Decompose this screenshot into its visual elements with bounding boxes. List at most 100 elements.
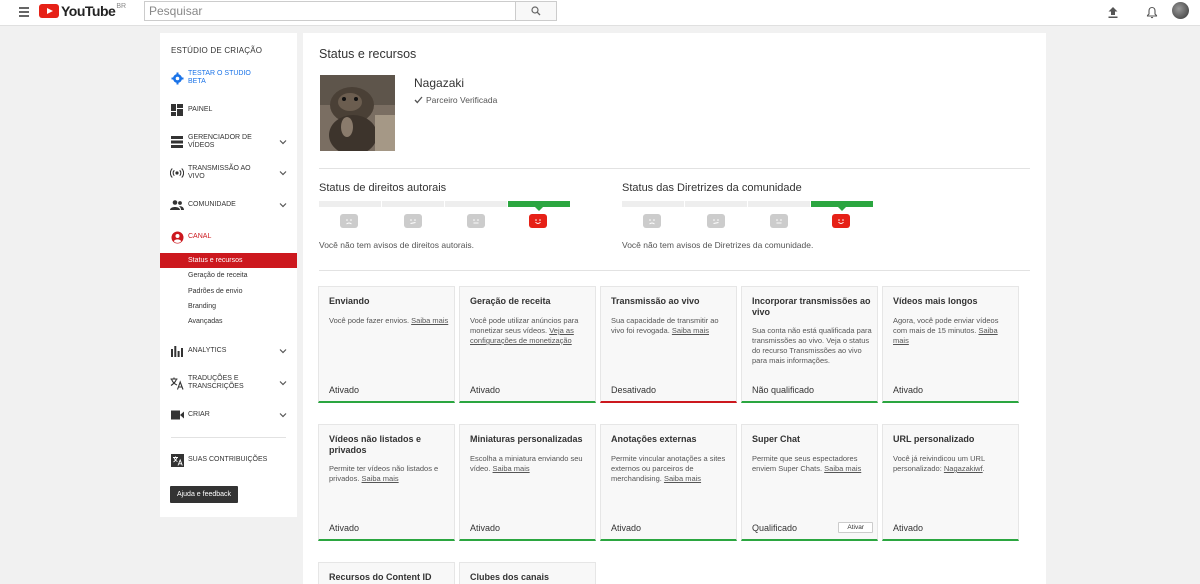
sidebar-subitem-branding[interactable]: Branding bbox=[160, 299, 297, 314]
card-title: Miniaturas personalizadas bbox=[470, 434, 583, 444]
sidebar-item-community[interactable]: COMUNIDADE bbox=[160, 195, 297, 215]
neutral-face-icon bbox=[467, 214, 485, 228]
activate-button[interactable]: Ativar bbox=[838, 522, 873, 533]
feature-card-content-id: Recursos do Content ID bbox=[318, 562, 455, 584]
feature-card-unlisted-private: Vídeos não listados e privados Permite t… bbox=[318, 424, 455, 541]
happy-face-icon bbox=[832, 214, 850, 228]
copyright-strike-bar bbox=[319, 201, 572, 211]
sidebar-item-label: SUAS CONTRIBUIÇÕES bbox=[188, 456, 268, 463]
sidebar-item-contributions[interactable]: SUAS CONTRIBUIÇÕES bbox=[160, 450, 297, 470]
card-status: Ativado bbox=[329, 523, 360, 533]
community-status-title: Status das Diretrizes da comunidade bbox=[622, 182, 802, 194]
feature-card-live-streaming: Transmissão ao vivo Sua capacidade de tr… bbox=[600, 286, 737, 403]
feature-card-external-annotations: Anotações externas Permite vincular anot… bbox=[600, 424, 737, 541]
sidebar-item-channel[interactable]: CANAL bbox=[160, 227, 297, 247]
neutral-face-icon bbox=[707, 214, 725, 228]
custom-url-link[interactable]: Nagazakiwf bbox=[944, 464, 983, 473]
feature-card-uploading: Enviando Você pode fazer envios. Saiba m… bbox=[318, 286, 455, 403]
sidebar-subitem-advanced[interactable]: Avançadas bbox=[160, 314, 297, 329]
card-description: Sua conta não está qualificada para tran… bbox=[752, 326, 872, 365]
upload-icon[interactable] bbox=[1105, 4, 1121, 20]
card-title: Vídeos não listados e privados bbox=[329, 434, 422, 455]
sidebar-item-label: PAINEL bbox=[188, 106, 213, 113]
sidebar-item-label: CANAL bbox=[188, 233, 212, 240]
search-bar: Pesquisar bbox=[144, 1, 557, 21]
card-title: Super Chat bbox=[752, 434, 801, 444]
sidebar-subitem-status[interactable]: Status e recursos bbox=[160, 253, 297, 268]
learn-more-link[interactable]: Saiba mais bbox=[664, 474, 701, 483]
card-description: Sua capacidade de transmitir ao vivo foi… bbox=[611, 316, 719, 335]
card-status: Ativado bbox=[893, 385, 924, 395]
sidebar-subitem-monetization[interactable]: Geração de receita bbox=[160, 268, 297, 283]
learn-more-link[interactable]: Saiba mais bbox=[411, 316, 448, 325]
card-title: Clubes dos canais bbox=[470, 572, 550, 582]
chevron-down-icon[interactable] bbox=[279, 201, 287, 209]
sidebar-item-label: TRADUÇÕES E TRANSCRIÇÕES bbox=[188, 375, 244, 390]
card-status: Qualificado bbox=[752, 523, 798, 533]
sidebar-divider bbox=[171, 437, 286, 438]
card-title: Recursos do Content ID bbox=[329, 572, 432, 582]
chevron-down-icon[interactable] bbox=[279, 411, 287, 419]
sidebar-item-beta[interactable]: TESTAR O STUDIO BETA bbox=[160, 68, 297, 88]
strike-segment bbox=[685, 201, 747, 207]
card-title: Vídeos mais longos bbox=[893, 296, 978, 306]
channel-thumbnail[interactable] bbox=[320, 75, 395, 151]
sidebar-item-analytics[interactable]: ANALYTICS bbox=[160, 341, 297, 361]
sad-face-icon bbox=[643, 214, 661, 228]
analytics-icon bbox=[170, 344, 184, 358]
sidebar-item-create[interactable]: CRIAR bbox=[160, 405, 297, 425]
feature-card-custom-thumbnails: Miniaturas personalizadas Escolha a mini… bbox=[459, 424, 596, 541]
learn-more-link[interactable]: Saiba mais bbox=[493, 464, 530, 473]
sidebar-subitem-upload-defaults[interactable]: Padrões de envio bbox=[160, 284, 297, 299]
chevron-down-icon[interactable] bbox=[279, 379, 287, 387]
chevron-down-icon[interactable] bbox=[279, 169, 287, 177]
divider bbox=[319, 270, 1030, 271]
card-description: Você já reivindicou um URL personalizado… bbox=[893, 454, 985, 473]
feature-card-channel-memberships: Clubes dos canais bbox=[459, 562, 596, 584]
card-status: Ativado bbox=[329, 385, 360, 395]
create-icon bbox=[170, 408, 184, 422]
happy-face-icon bbox=[529, 214, 547, 228]
help-feedback-button[interactable]: Ajuda e feedback bbox=[170, 486, 238, 503]
strike-segment-current bbox=[811, 201, 873, 211]
card-title: Enviando bbox=[329, 296, 370, 306]
copyright-status-note: Você não tem avisos de direitos autorais… bbox=[319, 240, 474, 250]
learn-more-link[interactable]: Saiba mais bbox=[362, 474, 399, 483]
divider bbox=[319, 168, 1030, 169]
strike-segment-current bbox=[508, 201, 570, 211]
card-title: URL personalizado bbox=[893, 434, 975, 444]
community-strike-bar bbox=[622, 201, 875, 211]
main-panel: Status e recursos Nagazaki Parceiro Veri… bbox=[303, 33, 1046, 584]
sidebar-item-label: COMUNIDADE bbox=[188, 201, 236, 208]
card-status: Ativado bbox=[470, 385, 501, 395]
learn-more-link[interactable]: Saiba mais bbox=[672, 326, 709, 335]
sidebar-item-painel[interactable]: PAINEL bbox=[160, 100, 297, 120]
card-description: Agora, você pode enviar vídeos com mais … bbox=[893, 316, 999, 345]
sidebar-item-live[interactable]: TRANSMISSÃO AO VIVO bbox=[160, 163, 297, 183]
logo-region: BR bbox=[116, 2, 127, 10]
search-input[interactable]: Pesquisar bbox=[144, 1, 516, 21]
sidebar-item-video-manager[interactable]: GERENCIADOR DE VÍDEOS bbox=[160, 132, 297, 152]
partner-status: Parceiro Verificada bbox=[414, 95, 497, 105]
learn-more-link[interactable]: Saiba mais bbox=[824, 464, 861, 473]
card-status: Ativado bbox=[470, 523, 501, 533]
chevron-down-icon[interactable] bbox=[279, 138, 287, 146]
menu-icon[interactable] bbox=[19, 7, 29, 17]
live-icon bbox=[170, 166, 184, 180]
avatar[interactable] bbox=[1172, 2, 1189, 19]
search-button[interactable] bbox=[515, 1, 557, 21]
copyright-status-title: Status de direitos autorais bbox=[319, 182, 447, 194]
bell-icon[interactable] bbox=[1144, 4, 1160, 20]
youtube-logo[interactable]: YouTube BR bbox=[39, 3, 126, 19]
video-manager-icon bbox=[170, 135, 184, 149]
chevron-down-icon[interactable] bbox=[279, 347, 287, 355]
community-status-note: Você não tem avisos de Diretrizes da com… bbox=[622, 240, 814, 250]
strike-segment bbox=[382, 201, 444, 207]
card-title: Anotações externas bbox=[611, 434, 697, 444]
card-description: Escolha a miniatura enviando seu vídeo. … bbox=[470, 454, 583, 473]
translate-icon bbox=[170, 376, 184, 390]
sidebar-title: ESTÚDIO DE CRIAÇÃO bbox=[171, 46, 263, 55]
community-icon bbox=[170, 198, 184, 212]
sidebar-item-translations[interactable]: TRADUÇÕES E TRANSCRIÇÕES bbox=[160, 373, 297, 393]
neutral-face-icon bbox=[404, 214, 422, 228]
